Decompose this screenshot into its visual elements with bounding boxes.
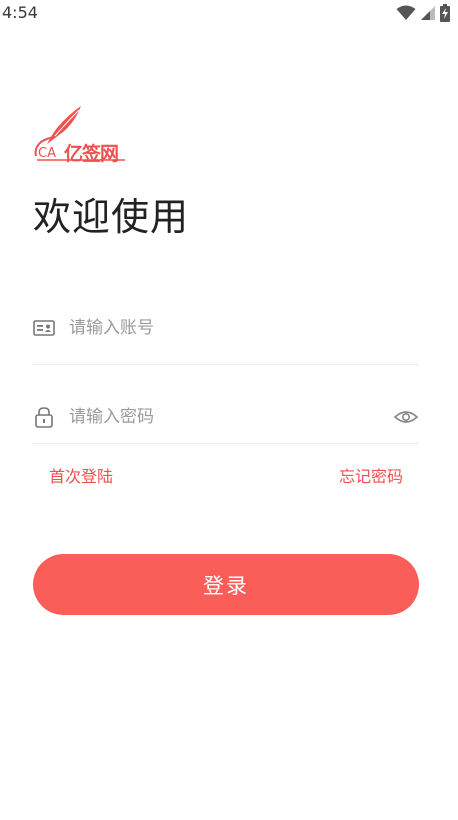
cellular-signal-icon <box>421 6 435 20</box>
password-field <box>33 395 419 439</box>
status-icons <box>396 4 450 22</box>
first-login-link[interactable]: 首次登陆 <box>49 463 113 487</box>
login-button[interactable]: 登录 <box>33 554 419 615</box>
battery-charging-icon <box>440 4 450 22</box>
id-card-icon <box>33 320 55 336</box>
wifi-icon <box>396 5 416 20</box>
account-divider <box>33 364 419 365</box>
forgot-password-link[interactable]: 忘记密码 <box>339 463 403 487</box>
account-input[interactable] <box>69 312 369 344</box>
welcome-title: 欢迎使用 <box>33 195 190 239</box>
eye-icon[interactable] <box>393 405 419 429</box>
status-bar: 4:54 <box>0 0 458 26</box>
password-input[interactable] <box>69 401 369 433</box>
lock-icon <box>35 407 53 428</box>
status-time: 4:54 <box>2 3 38 22</box>
logo-ca-text: CA <box>38 146 56 161</box>
password-divider <box>33 443 419 444</box>
logo-name: 亿签网 <box>64 143 119 165</box>
account-field <box>33 306 419 350</box>
